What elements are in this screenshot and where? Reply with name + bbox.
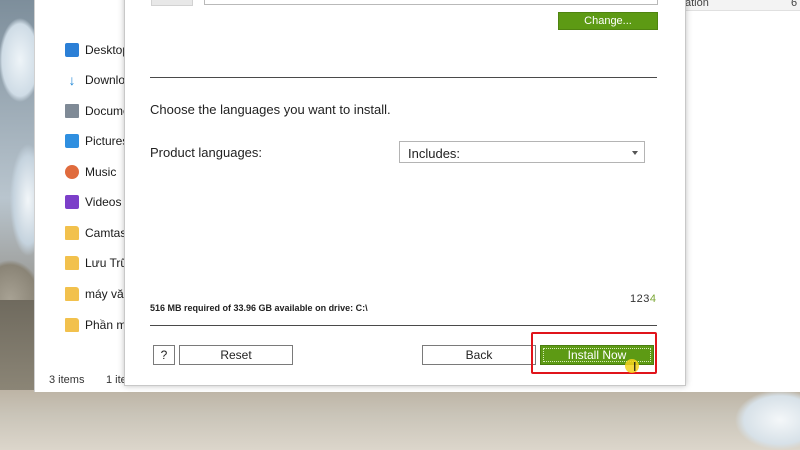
separator-top	[150, 77, 657, 78]
mouse-cursor-highlight	[625, 359, 639, 373]
documents-icon	[65, 104, 79, 118]
item-count: 3 items	[49, 374, 85, 386]
nav-item-label: Videos	[85, 195, 122, 209]
status-bar: 3 items 1 item	[49, 374, 126, 386]
nav-item-label: Music	[85, 165, 117, 179]
languages-instruction: Choose the languages you want to install…	[150, 102, 391, 117]
folder-icon	[65, 318, 79, 332]
separator-bottom	[150, 325, 657, 326]
nav-item-documents[interactable]: Documents	[65, 101, 125, 121]
column-header-date[interactable]: ation	[685, 0, 709, 9]
selected-count: 1 item	[106, 374, 126, 386]
nav-item-videos[interactable]: Videos	[65, 192, 125, 212]
product-languages-value: Includes:	[408, 146, 461, 161]
reset-button[interactable]: Reset	[179, 345, 293, 365]
product-languages-label: Product languages:	[150, 145, 263, 160]
wallpaper-ground	[0, 390, 800, 450]
nav-item-label: Lưu Trữ	[85, 256, 125, 270]
change-button[interactable]: Change...	[558, 12, 658, 30]
nav-item-camtasia[interactable]: Camtasia	[65, 223, 125, 243]
nav-item-downloads[interactable]: ↓ Downloads	[65, 70, 126, 90]
nav-item-desktop[interactable]: Desktop	[65, 40, 125, 60]
product-languages-select[interactable]: Includes:	[399, 141, 645, 163]
nav-item-label: Documents	[85, 104, 125, 118]
nav-item-label: Desktop	[85, 43, 125, 57]
back-button[interactable]: Back	[422, 345, 536, 365]
nav-item-label: Camtasia	[85, 226, 125, 240]
chevron-down-icon	[632, 151, 638, 155]
column-header-size[interactable]: 6	[791, 0, 797, 9]
folder-icon	[65, 287, 79, 301]
folder-icon	[65, 226, 79, 240]
help-button[interactable]: ?	[153, 345, 175, 365]
nav-item-may-van[interactable]: máy văn	[65, 284, 125, 304]
music-icon	[65, 165, 79, 179]
pictures-icon	[65, 134, 79, 148]
reset-button-label: Reset	[220, 348, 252, 362]
change-button-label: Change...	[584, 15, 632, 27]
nav-item-phan-mem[interactable]: Phần mềm	[65, 315, 125, 335]
top-icon-box	[151, 0, 193, 6]
text-cursor-icon: I	[633, 360, 637, 374]
nav-item-label: Phần mềm	[85, 318, 125, 332]
nav-item-luu-tru[interactable]: Lưu Trữ	[65, 253, 125, 273]
folder-icon	[65, 256, 79, 270]
nav-item-pictures[interactable]: Pictures	[65, 131, 125, 151]
disk-space-requirement: 516 MB required of 33.96 GB available on…	[150, 303, 368, 313]
back-button-label: Back	[465, 348, 493, 362]
nav-item-label: Downloads	[85, 73, 125, 87]
step-indicator: 1234	[630, 293, 656, 305]
completed-steps: 123	[630, 293, 650, 305]
nav-item-label: Pictures	[85, 134, 125, 148]
install-path-field[interactable]	[204, 0, 658, 5]
nav-item-label: máy văn	[85, 287, 125, 301]
current-step: 4	[649, 293, 657, 305]
nav-item-music[interactable]: Music	[65, 162, 125, 182]
videos-icon	[65, 195, 79, 209]
desktop-icon	[65, 43, 79, 57]
installer-dialog: Change... Choose the languages you want …	[124, 0, 686, 386]
download-icon: ↓	[68, 72, 76, 88]
